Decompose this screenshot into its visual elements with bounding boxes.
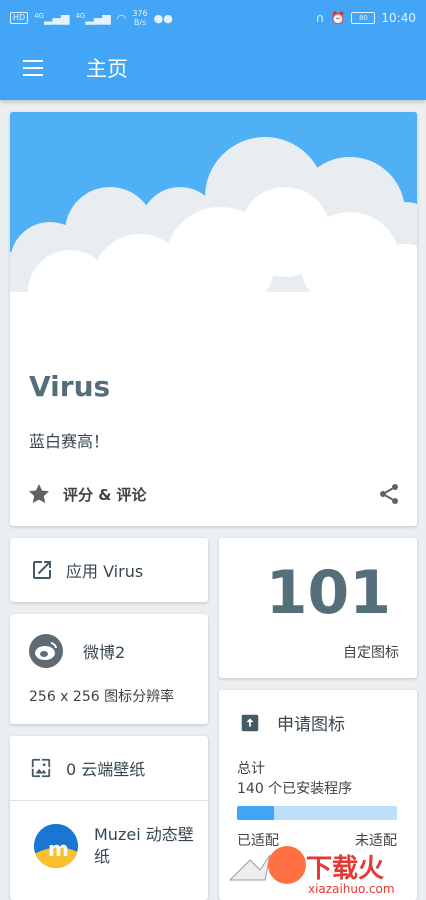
muzei-icon: m <box>34 824 78 868</box>
signal-2-label: 4G <box>75 11 86 20</box>
apply-theme-button[interactable]: 应用 Virus <box>10 538 208 602</box>
speed-unit: B/s <box>133 18 147 27</box>
icon-count-label: 自定图标 <box>343 645 399 661</box>
watermark-text: 下载火 <box>306 854 385 884</box>
wifi-icon: ◠ <box>116 11 127 25</box>
request-title: 申请图标 <box>277 715 345 735</box>
theme-title: Virus <box>29 370 111 403</box>
rate-review-label: 评分 & 评论 <box>63 485 147 504</box>
wallpaper-card: 0 云端壁纸 m Muzei 动态壁纸 <box>10 736 208 900</box>
themed-progress-bar <box>237 806 397 820</box>
divider <box>10 800 208 801</box>
star-icon <box>29 484 49 504</box>
cloud-banner <box>10 112 417 352</box>
network-speed: 376 B/s <box>132 9 147 27</box>
share-button[interactable] <box>377 482 401 510</box>
signal-icon-2: 4G▂▄▆ <box>75 11 111 25</box>
status-bar: HD 4G▂▄▆ 4G▂▄▆ ◠ 376 B/s ●● ∩ ⏰ 80 10:40 <box>0 0 426 36</box>
weibo-icon <box>29 634 63 668</box>
request-icon <box>241 714 259 731</box>
signal-1-label: 4G <box>34 11 45 20</box>
icon-count-number: 101 <box>265 558 391 628</box>
clock: 10:40 <box>381 11 416 25</box>
share-icon <box>380 484 398 504</box>
app-bar: 主页 <box>0 36 426 100</box>
page-title: 主页 <box>86 57 128 81</box>
speed-value: 376 <box>132 9 148 18</box>
muzei-label: Muzei 动态壁纸 <box>94 825 194 866</box>
hd-chip: HD <box>10 12 29 24</box>
cloud-wallpapers-button[interactable]: 0 云端壁纸 <box>30 756 145 780</box>
installed-count: 140 个已安装程序 <box>237 781 353 797</box>
theme-header-card: Virus 蓝白赛高！ 评分 & 评论 <box>10 112 417 526</box>
headphone-icon: ∩ <box>315 11 325 25</box>
cloud-wallpapers-label: 0 云端壁纸 <box>66 760 146 779</box>
watermark: 下载火 xiazaihuo.com <box>220 820 426 900</box>
icon-resolution: 256 x 256 图标分辨率 <box>29 689 175 705</box>
themed-progress-fill <box>237 806 274 820</box>
wallpaper-icon <box>31 758 51 778</box>
weibo-card[interactable]: 微博2 256 x 256 图标分辨率 <box>10 614 208 724</box>
battery-level: 80 <box>358 14 368 22</box>
wechat-icon: ●● <box>153 11 173 25</box>
rate-review-button[interactable]: 评分 & 评论 <box>27 482 147 506</box>
fire-logo-icon <box>268 846 306 884</box>
total-label: 总计 <box>237 761 265 777</box>
signal-icon: 4G▂▄▆ <box>34 11 70 25</box>
icon-count-card[interactable]: 101 自定图标 <box>219 538 417 678</box>
muzei-button[interactable]: m Muzei 动态壁纸 <box>34 824 194 868</box>
hamburger-menu-icon[interactable] <box>0 36 66 100</box>
watermark-url: xiazaihuo.com <box>308 882 395 896</box>
theme-subtitle: 蓝白赛高！ <box>29 432 110 451</box>
alarm-icon: ⏰ <box>330 11 346 25</box>
battery-icon: 80 <box>351 12 376 24</box>
weibo-name: 微博2 <box>83 643 126 662</box>
cloud-illustration <box>10 112 417 352</box>
svg-text:m: m <box>48 837 69 861</box>
apply-theme-label: 应用 Virus <box>66 562 144 581</box>
open-in-new-icon <box>33 561 51 579</box>
